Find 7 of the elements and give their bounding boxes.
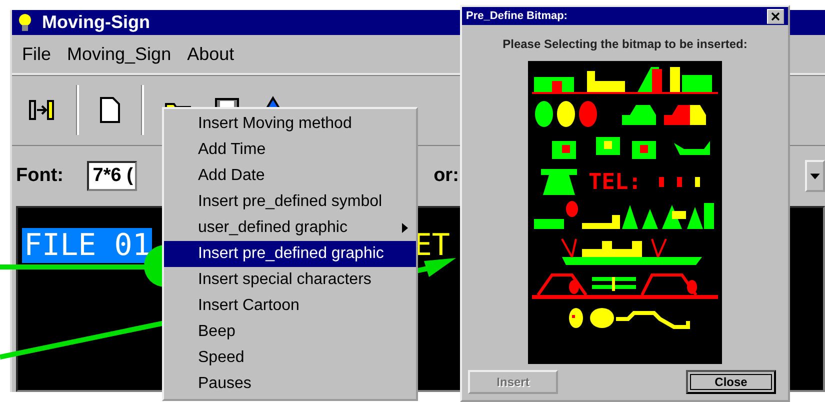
dialog-prompt: Please Selecting the bitmap to be inserted: bbox=[502, 37, 748, 51]
dialog-title: Pre_Define Bitmap: bbox=[466, 10, 568, 22]
editor-text: FILE 01 bbox=[22, 228, 152, 263]
bitmap-text: TEL: bbox=[588, 170, 642, 194]
font-label: Font: bbox=[16, 165, 64, 187]
window-title: Moving-Sign bbox=[42, 12, 150, 33]
color-label: or: bbox=[434, 165, 459, 187]
